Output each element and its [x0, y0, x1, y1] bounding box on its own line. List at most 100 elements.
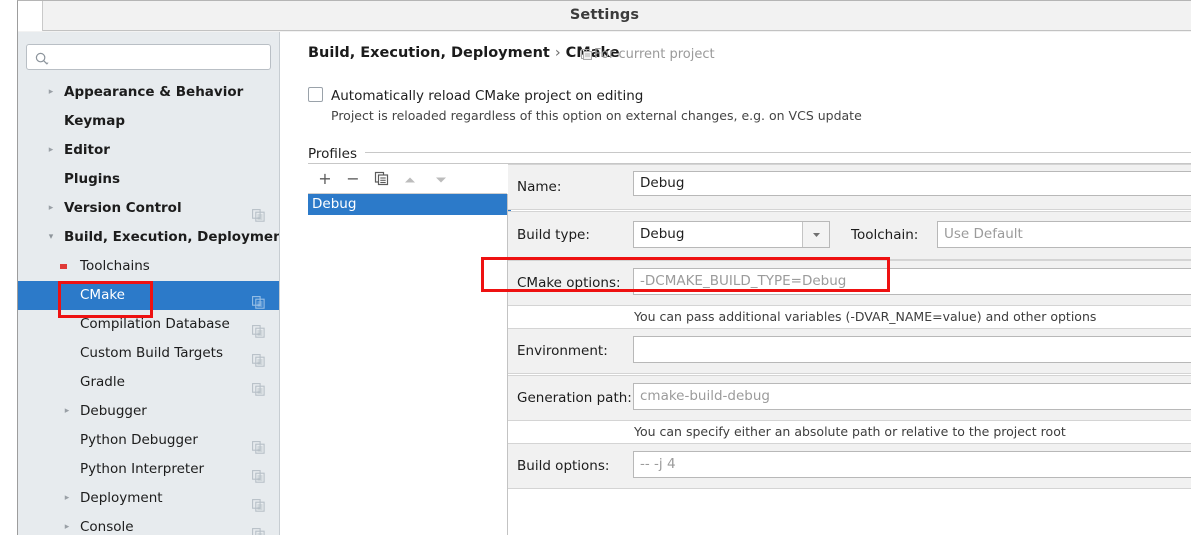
copy-profile-button[interactable] [370, 168, 392, 189]
copy-settings-icon[interactable] [252, 318, 265, 338]
sidebar-item-keymap[interactable]: Keymap [18, 107, 279, 136]
copy-settings-icon[interactable] [252, 492, 265, 512]
move-down-button[interactable] [430, 168, 452, 189]
profiles-divider [308, 152, 1191, 153]
breadcrumb-root[interactable]: Build, Execution, Deployment [308, 45, 550, 61]
profile-list-item[interactable]: Debug [308, 194, 507, 215]
auto-reload-label[interactable]: Automatically reload CMake project on ed… [331, 88, 643, 104]
auto-reload-row[interactable]: Automatically reload CMake project on ed… [308, 85, 643, 104]
profiles-list[interactable]: Debug [308, 194, 508, 535]
build-options-label: Build options: [517, 458, 610, 474]
sidebar-item-editor[interactable]: ▸ Editor [18, 136, 279, 165]
sidebar-item-label: Version Control [64, 200, 182, 216]
auto-reload-description: Project is reloaded regardless of this o… [331, 108, 862, 123]
environment-label: Environment: [517, 343, 608, 359]
window-title: Settings [569, 7, 640, 23]
search-box[interactable] [26, 44, 271, 70]
breadcrumb-separator: › [554, 45, 561, 61]
sidebar-item-label: Gradle [80, 374, 125, 390]
sidebar-item-label: CMake [80, 287, 125, 303]
settings-sidebar: ▸ Appearance & Behavior Keymap ▸ Editor Plugi… [18, 32, 280, 535]
sidebar-item-label: Compilation Database [80, 316, 230, 332]
sidebar-tree: ▸ Appearance & Behavior Keymap ▸ Editor Plugi… [18, 78, 279, 535]
environment-input[interactable] [633, 336, 1191, 363]
sidebar-item-label: Debugger [80, 403, 147, 419]
settings-window: Settings ▸ Appearance & Behavior Keymap … [17, 0, 1191, 535]
form-row-environment: Environment: [508, 328, 1191, 374]
settings-content: Build, Execution, Deployment › CMake For c… [281, 32, 1191, 535]
project-scope-icon [581, 49, 592, 64]
sidebar-item-custom-build-targets[interactable]: Custom Build Targets [18, 339, 279, 368]
form-row-name: Name: Debug [508, 164, 1191, 210]
sidebar-item-cmake[interactable]: CMake [18, 281, 279, 310]
name-label: Name: [517, 179, 562, 195]
chevron-right-icon[interactable]: ▸ [61, 484, 73, 513]
copy-settings-icon[interactable] [252, 376, 265, 396]
sidebar-item-toolchains[interactable]: Toolchains [18, 252, 279, 281]
add-profile-button[interactable]: + [314, 168, 336, 189]
build-type-select[interactable]: Debug [633, 221, 830, 248]
sidebar-item-label: Toolchains [80, 258, 150, 274]
profiles-toolbar: + − [308, 164, 507, 194]
profiles-panel: + − Debug Name: Debug Build type: Debug … [308, 163, 1191, 535]
sidebar-item-deployment[interactable]: ▸ Deployment [18, 484, 279, 513]
sidebar-item-python-interpreter[interactable]: Python Interpreter [18, 455, 279, 484]
copy-settings-icon[interactable] [252, 434, 265, 454]
generation-path-hint: You can specify either an absolute path … [634, 424, 1066, 439]
copy-settings-icon[interactable] [252, 521, 265, 535]
move-up-button[interactable] [399, 168, 421, 189]
cmake-options-hint: You can pass additional variables (-DVAR… [634, 309, 1097, 324]
sidebar-item-label: Editor [64, 142, 110, 158]
copy-settings-icon[interactable] [252, 463, 265, 483]
chevron-right-icon[interactable]: ▸ [45, 78, 57, 107]
form-row-build-options: Build options: -- -j 4 [508, 443, 1191, 489]
window-body: ▸ Appearance & Behavior Keymap ▸ Editor Plugi… [18, 32, 1191, 535]
copy-settings-icon[interactable] [252, 289, 265, 309]
sidebar-item-console[interactable]: ▸ Console [18, 513, 279, 535]
screenshot-root: Settings ▸ Appearance & Behavior Keymap … [0, 0, 1191, 535]
copy-settings-icon[interactable] [252, 202, 265, 222]
sidebar-item-appearance-behavior[interactable]: ▸ Appearance & Behavior [18, 78, 279, 107]
generation-path-input[interactable]: cmake-build-debug [633, 383, 1191, 410]
build-type-value: Debug [640, 225, 685, 242]
breadcrumb: Build, Execution, Deployment › CMake [308, 45, 620, 61]
chevron-right-icon[interactable]: ▸ [61, 397, 73, 426]
search-icon [35, 51, 49, 65]
sidebar-item-label: Plugins [64, 171, 121, 187]
sidebar-item-plugins[interactable]: Plugins [18, 165, 279, 194]
form-row-build-type: Build type: Debug Toolchain: Use Default [508, 211, 1191, 260]
build-options-input[interactable]: -- -j 4 [633, 451, 1191, 478]
scope-note: For current project [581, 47, 715, 64]
profiles-section-header: Profiles [308, 143, 1191, 162]
name-input[interactable]: Debug [633, 171, 1191, 196]
sidebar-item-version-control[interactable]: ▸ Version Control [18, 194, 279, 223]
sidebar-item-label: Custom Build Targets [80, 345, 223, 361]
cmake-options-input[interactable]: -DCMAKE_BUILD_TYPE=Debug [633, 268, 1191, 295]
sidebar-item-label: Console [80, 519, 134, 535]
sidebar-search[interactable] [26, 44, 271, 70]
chevron-down-icon[interactable]: ▾ [45, 223, 57, 252]
sidebar-item-label: Keymap [64, 113, 126, 129]
auto-reload-checkbox[interactable] [308, 87, 323, 102]
search-input[interactable] [55, 47, 266, 69]
form-row-generation-path: Generation path: cmake-build-debug [508, 375, 1191, 421]
sidebar-item-python-debugger[interactable]: Python Debugger [18, 426, 279, 455]
scope-note-text: For current project [594, 47, 715, 62]
remove-profile-button[interactable]: − [342, 168, 364, 189]
build-type-label: Build type: [517, 227, 590, 243]
sidebar-item-debugger[interactable]: ▸ Debugger [18, 397, 279, 426]
chevron-right-icon[interactable]: ▸ [45, 194, 57, 223]
sidebar-item-build-execution-deployment[interactable]: ▾ Build, Execution, Deployment [18, 223, 279, 252]
toolchain-input[interactable]: Use Default [937, 221, 1191, 248]
chevron-right-icon[interactable]: ▸ [45, 136, 57, 165]
chevron-down-icon[interactable] [802, 222, 829, 247]
form-row-cmake-options: CMake options: -DCMAKE_BUILD_TYPE=Debug [508, 260, 1191, 306]
sidebar-item-label: Appearance & Behavior [64, 84, 244, 100]
cmake-options-label: CMake options: [517, 275, 621, 291]
sidebar-item-label: Deployment [80, 490, 163, 506]
sidebar-item-compilation-database[interactable]: Compilation Database [18, 310, 279, 339]
sidebar-item-gradle[interactable]: Gradle [18, 368, 279, 397]
copy-settings-icon[interactable] [252, 347, 265, 367]
window-titlebar: Settings [18, 1, 1191, 31]
chevron-right-icon[interactable]: ▸ [61, 513, 73, 535]
